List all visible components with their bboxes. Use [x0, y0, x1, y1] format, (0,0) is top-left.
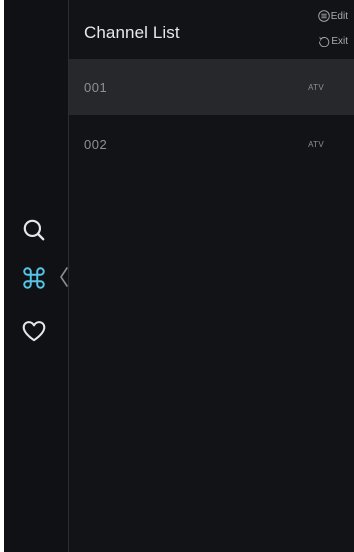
page-title: Channel List	[84, 23, 180, 42]
exit-hint[interactable]: Exit	[318, 35, 348, 47]
channel-type: ATV	[308, 140, 324, 149]
channel-number: 002	[84, 137, 108, 152]
exit-label: Exit	[331, 35, 348, 47]
command-icon[interactable]	[21, 265, 47, 291]
menu-icon	[318, 10, 330, 22]
channel-row[interactable]: 001 ATV	[69, 59, 354, 115]
channel-row[interactable]: 002 ATV	[69, 116, 354, 172]
back-icon	[319, 37, 330, 47]
edit-hint[interactable]: Edit	[318, 10, 348, 22]
channel-number: 001	[84, 80, 108, 95]
heart-icon[interactable]	[21, 318, 47, 344]
channel-list-panel: Channel List Edit Exit 001 ATV 002 ATV	[69, 0, 354, 552]
edit-label: Edit	[330, 10, 348, 22]
search-icon[interactable]	[21, 217, 47, 243]
channel-type: ATV	[308, 83, 324, 92]
tv-screen: Channel List Edit Exit 001 ATV 002 ATV	[4, 0, 354, 552]
